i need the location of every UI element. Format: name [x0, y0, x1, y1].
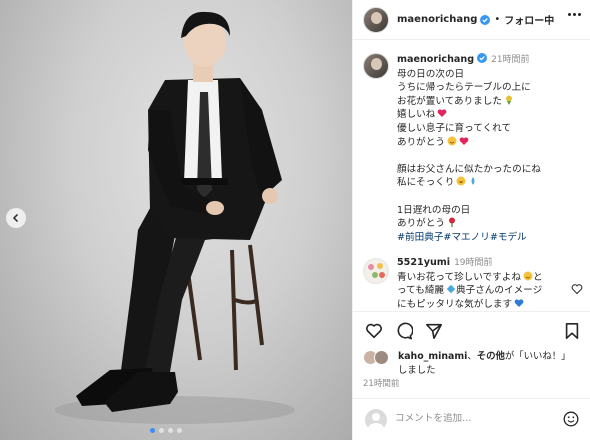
caption-line: ありがとう [397, 218, 445, 230]
likes-others-link[interactable]: その他 [477, 351, 505, 362]
verified-badge-icon [480, 14, 491, 25]
carousel-prev-button[interactable] [6, 208, 26, 228]
heart-icon[interactable] [365, 322, 383, 340]
comment-text: 青いお花って珍しいですよね [397, 271, 521, 283]
emoji-icon[interactable] [563, 411, 579, 427]
comment-text: 典子さんのイメージ [456, 285, 543, 297]
likes-suffix: が「いいね！」 [504, 351, 571, 362]
heart-emoji-icon [438, 109, 447, 118]
chair [183, 244, 264, 371]
carousel-dots [150, 428, 182, 433]
caption-avatar[interactable] [363, 53, 389, 79]
share-icon[interactable] [425, 322, 443, 340]
viewer-avatar [365, 409, 387, 431]
header-separator: • [494, 14, 501, 25]
caption-line: 顔はお父さんに似たかったのにね [397, 163, 541, 175]
grin-emoji-icon [456, 176, 466, 186]
following-button[interactable]: フォロー中 [504, 12, 554, 27]
caption-hashtags[interactable]: #前田典子#マエノリ#モデル [397, 231, 587, 245]
rose-emoji-icon [448, 217, 455, 228]
post-header: maenorichang • フォロー中 [353, 0, 590, 40]
bookmark-icon[interactable] [563, 322, 581, 340]
carousel-dot [177, 428, 182, 433]
bouquet-emoji-icon [505, 95, 512, 105]
comments-area[interactable]: maenorichang 21時間前 母の日の次の日 うちに帰ったらテーブルの上に… [353, 41, 590, 311]
chevron-left-icon [12, 213, 19, 223]
diamond-emoji-icon [446, 284, 456, 294]
sweat-emoji-icon [471, 177, 475, 186]
heart-emoji-icon [459, 136, 469, 145]
post-timestamp: 21時間前 [363, 379, 400, 389]
comment-input[interactable] [395, 413, 555, 424]
comment-text: っても綺麗 [397, 285, 445, 297]
action-bar [353, 311, 590, 351]
commenter-avatar[interactable] [363, 258, 389, 284]
liker-avatars[interactable] [363, 350, 393, 366]
comment-icon[interactable] [395, 322, 413, 340]
comment-body: 5521yumi 19時間前 青いお花って珍しいですよねと っても綺麗 典子さんのイ… [397, 256, 567, 311]
verified-badge-icon [477, 53, 488, 63]
carousel-dot [159, 428, 164, 433]
comment-like-icon[interactable] [571, 283, 583, 295]
likes-summary: kaho_minami、その他が「いいね！」 しました [363, 348, 588, 377]
liker-avatar [374, 350, 389, 365]
commenter-username[interactable]: 5521yumi [397, 257, 450, 268]
likes-separator: 、 [467, 351, 477, 362]
caption-time: 21時間前 [491, 55, 530, 65]
carousel-dot [150, 428, 155, 433]
blue-heart-emoji-icon [514, 299, 524, 307]
caption-line: 1日遅れの母の日 [397, 204, 471, 216]
comment-time: 19時間前 [454, 258, 493, 268]
caption-username[interactable]: maenorichang [397, 54, 474, 65]
smile-emoji-icon [447, 136, 457, 146]
photo-scene [55, 11, 295, 424]
post-side-panel: maenorichang • フォロー中 maenorichang 21時間前 母… [352, 0, 590, 440]
more-icon[interactable] [568, 13, 581, 16]
smile-emoji-icon [523, 271, 533, 281]
caption-line: ありがとう [397, 136, 445, 148]
post-photo[interactable] [0, 0, 352, 440]
likes-text: kaho_minami、その他が「いいね！」 しました [398, 350, 588, 377]
caption-line: お花が置いてありました [397, 95, 502, 107]
liker-username[interactable]: kaho_minami [398, 351, 467, 362]
caption-body: maenorichang 21時間前 母の日の次の日 うちに帰ったらテーブルの上に… [397, 53, 587, 244]
likes-line2: しました [398, 364, 436, 376]
caption-line: 母の日の次の日 [397, 68, 465, 80]
comment-text: にもピッタリな気がします [397, 298, 513, 310]
caption-line: うちに帰ったらテーブルの上に [397, 82, 531, 94]
caption-line: 優しい息子に育ってくれて [397, 122, 512, 134]
author-username[interactable]: maenorichang [397, 14, 477, 25]
author-avatar[interactable] [363, 6, 389, 33]
carousel-dot [168, 428, 173, 433]
caption-line: 私にそっくり [397, 177, 455, 189]
caption-line: 嬉しいね [397, 109, 436, 121]
comment-text: と [532, 271, 543, 283]
comment-composer [353, 398, 590, 440]
